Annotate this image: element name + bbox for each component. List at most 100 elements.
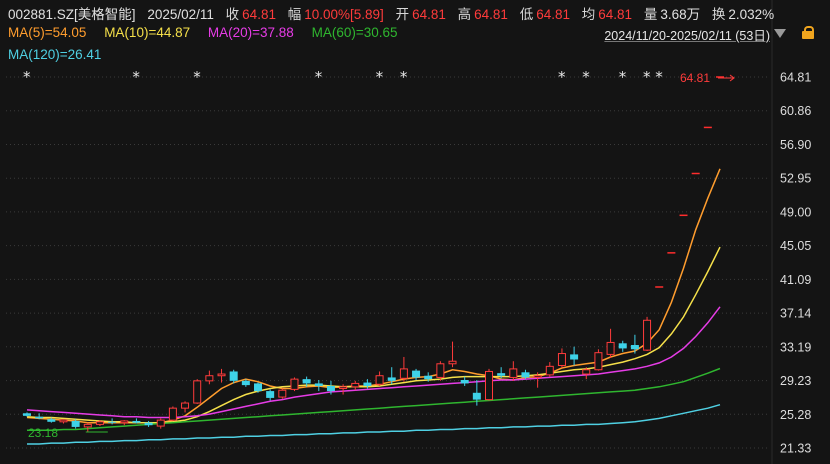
candle-body bbox=[181, 402, 190, 409]
star-marker: * bbox=[315, 68, 323, 86]
last-price-marker: 64.81 bbox=[680, 71, 710, 85]
quote-header: 002881.SZ[美格智能] 2025/02/11 收 64.81 幅 10.00… bbox=[8, 3, 830, 22]
candle-body bbox=[83, 423, 92, 428]
low-price-marker: 23.18 bbox=[28, 426, 58, 440]
candle bbox=[314, 379, 323, 392]
star-marker: * bbox=[132, 68, 140, 86]
candle-body bbox=[606, 341, 615, 355]
candle bbox=[485, 368, 493, 401]
candle bbox=[35, 413, 44, 420]
candle-body bbox=[47, 419, 56, 422]
candle-body bbox=[436, 363, 445, 378]
ma120-line bbox=[27, 403, 721, 445]
candle bbox=[630, 334, 639, 354]
star-marker: * bbox=[558, 68, 566, 86]
volume-value: 3.68万 bbox=[660, 7, 701, 22]
candle-body bbox=[448, 360, 457, 365]
high-label: 高 bbox=[457, 7, 472, 22]
turnover-label: 换 bbox=[711, 7, 726, 22]
star-marker: * bbox=[376, 68, 384, 86]
candle-body bbox=[132, 420, 141, 423]
star-marker: * bbox=[582, 68, 590, 86]
candle bbox=[168, 406, 177, 421]
candle bbox=[23, 412, 31, 417]
candle-body bbox=[557, 353, 566, 366]
candle-body bbox=[95, 421, 104, 425]
ma10-legend[interactable]: MA(10)=44.87 bbox=[104, 25, 190, 40]
candle-body bbox=[533, 375, 542, 378]
y-tick-label: 45.05 bbox=[780, 239, 811, 253]
candle-body bbox=[630, 345, 639, 350]
candle bbox=[144, 420, 153, 427]
y-tick-label: 37.14 bbox=[780, 307, 811, 321]
candle-body bbox=[217, 373, 226, 377]
candle bbox=[606, 328, 615, 358]
candle-body bbox=[302, 379, 311, 384]
star-marker: * bbox=[655, 68, 663, 86]
symbol-name: 002881.SZ[美格智能] bbox=[8, 7, 136, 22]
candle-body bbox=[193, 380, 202, 404]
volume-label: 量 bbox=[643, 7, 658, 22]
candle-body bbox=[205, 375, 214, 382]
candle-body bbox=[120, 420, 129, 424]
ma5-line bbox=[26, 168, 721, 424]
close-value: 64.81 bbox=[242, 7, 276, 22]
candle bbox=[59, 419, 68, 424]
ma5-legend[interactable]: MA(5)=54.05 bbox=[8, 25, 86, 40]
candle bbox=[266, 389, 275, 401]
turnover-value: 2.032% bbox=[728, 7, 775, 22]
star-marker: * bbox=[193, 68, 201, 86]
candle-body bbox=[497, 373, 506, 376]
low-value: 64.81 bbox=[536, 7, 570, 22]
candle-body bbox=[144, 422, 153, 426]
y-tick-label: 60.86 bbox=[780, 104, 811, 118]
candle-body bbox=[594, 352, 603, 371]
candle bbox=[156, 418, 165, 429]
candle bbox=[339, 384, 348, 395]
candle-body bbox=[521, 372, 530, 378]
candle-body bbox=[618, 343, 627, 349]
candle-body bbox=[241, 380, 250, 386]
candle-body bbox=[643, 319, 652, 351]
dropdown-triangle-icon[interactable] bbox=[774, 29, 786, 38]
candle bbox=[205, 370, 214, 385]
ma60-legend[interactable]: MA(60)=30.65 bbox=[312, 25, 398, 40]
y-tick-label: 21.33 bbox=[780, 442, 811, 456]
ma120-legend[interactable]: MA(120)=26.41 bbox=[8, 47, 101, 62]
star-marker: * bbox=[23, 68, 31, 86]
y-tick-label: 49.00 bbox=[780, 205, 811, 219]
avg-value: 64.81 bbox=[598, 7, 633, 22]
candle bbox=[643, 316, 652, 351]
candle bbox=[181, 401, 190, 413]
candle-body bbox=[156, 419, 165, 427]
change-label: 幅 bbox=[287, 7, 302, 22]
candle-body bbox=[168, 407, 177, 421]
y-tick-label: 29.23 bbox=[780, 374, 811, 388]
candle bbox=[120, 420, 129, 426]
y-tick-label: 52.95 bbox=[780, 172, 811, 186]
candle-body bbox=[326, 385, 335, 392]
ma-legend: MA(5)=54.05 MA(10)=44.87 MA(20)=37.88 MA… bbox=[8, 25, 412, 40]
candle bbox=[570, 346, 579, 366]
candle-body bbox=[35, 416, 44, 419]
open-label: 开 bbox=[395, 7, 410, 22]
candle-body bbox=[229, 371, 238, 381]
y-tick-label: 41.09 bbox=[780, 273, 811, 287]
star-marker: * bbox=[643, 68, 651, 86]
ma20-legend[interactable]: MA(20)=37.88 bbox=[208, 25, 294, 40]
ma60-line bbox=[27, 367, 721, 432]
candle-body bbox=[59, 419, 68, 423]
candle-body bbox=[266, 391, 275, 398]
ma20-line bbox=[26, 306, 721, 419]
candle-body bbox=[254, 383, 262, 392]
close-label: 收 bbox=[225, 7, 240, 22]
lock-icon[interactable] bbox=[802, 26, 814, 39]
candle bbox=[618, 340, 627, 352]
date-range-selector[interactable]: 2024/11/20-2025/02/11 (53日) bbox=[604, 25, 770, 44]
candle-body bbox=[545, 365, 554, 376]
star-marker: * bbox=[619, 68, 627, 86]
candle bbox=[290, 377, 299, 392]
avg-label: 均 bbox=[581, 7, 596, 22]
candle bbox=[399, 356, 408, 382]
candle bbox=[460, 376, 469, 386]
